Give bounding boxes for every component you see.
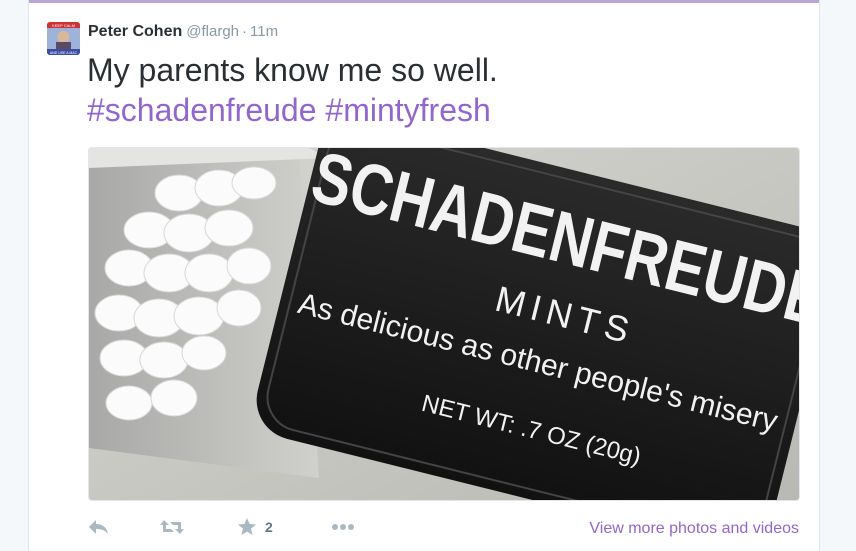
author-handle[interactable]: @flargh bbox=[186, 23, 239, 40]
tweet-photo[interactable]: SCHADENFREUDE MINTS As delicious as othe… bbox=[88, 147, 800, 501]
favorite-count: 2 bbox=[265, 519, 273, 535]
reply-button[interactable] bbox=[87, 512, 109, 542]
reply-icon bbox=[89, 520, 108, 534]
more-button[interactable] bbox=[331, 512, 355, 542]
tweet-text-line: My parents know me so well. bbox=[87, 52, 498, 88]
hashtag-schadenfreude[interactable]: #schadenfreude bbox=[87, 92, 317, 128]
tweet-timestamp[interactable]: 11m bbox=[250, 23, 278, 40]
author-name[interactable]: Peter Cohen bbox=[88, 23, 182, 40]
favorite-star-icon bbox=[238, 518, 256, 535]
view-more-media-link[interactable]: View more photos and videos bbox=[589, 520, 799, 538]
hashtag-mintyfresh[interactable]: #mintyfresh bbox=[325, 92, 490, 128]
tweet-header: Peter Cohen @flargh · 11m bbox=[88, 22, 278, 42]
avatar-bottom-text: AND USE A MAC bbox=[50, 51, 78, 55]
tweet-text: My parents know me so well. #schadenfreu… bbox=[87, 50, 498, 130]
favorite-button[interactable]: 2 bbox=[237, 512, 273, 542]
top-border bbox=[29, 0, 819, 3]
retweet-button[interactable] bbox=[159, 512, 185, 542]
separator-dot: · bbox=[242, 23, 247, 40]
tweet-card: KEEP CALM AND USE A MAC Peter Cohen @flar… bbox=[28, 0, 820, 551]
more-dots-icon bbox=[332, 524, 354, 530]
avatar-top-text: KEEP CALM bbox=[52, 23, 75, 28]
retweet-icon bbox=[160, 520, 184, 534]
avatar[interactable]: KEEP CALM AND USE A MAC bbox=[47, 22, 80, 55]
